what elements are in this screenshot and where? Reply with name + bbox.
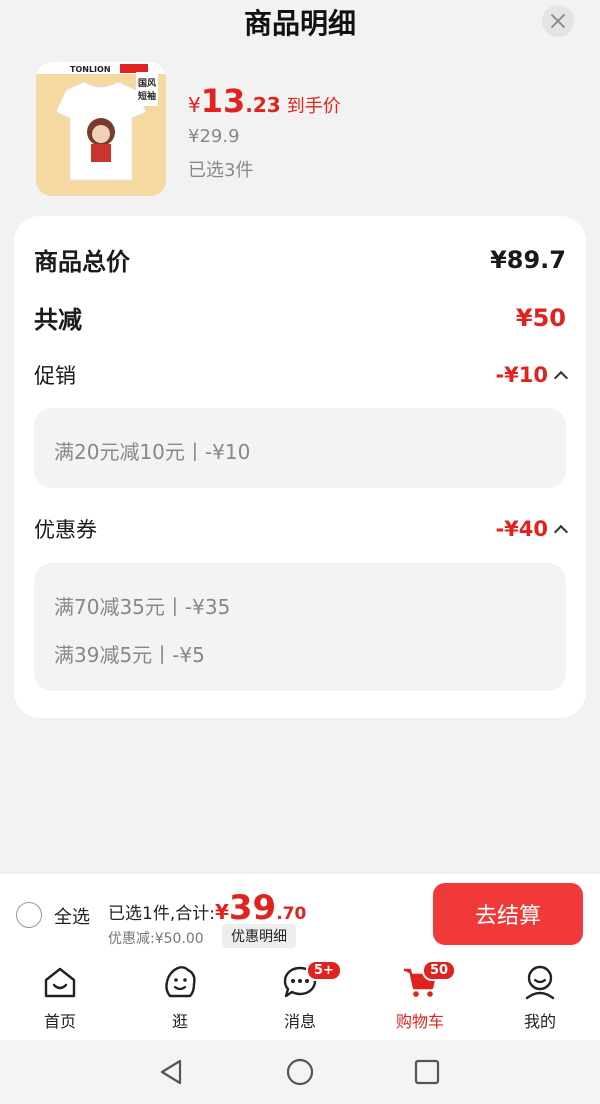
total-row: 商品总价 ¥89.7	[34, 242, 566, 277]
cart-badge: 50	[422, 960, 457, 981]
coupon-item: 满39减5元丨-¥5	[54, 643, 205, 667]
coupon-row[interactable]: 优惠券 -¥40	[34, 514, 569, 544]
close-icon	[551, 14, 565, 28]
tab-cart[interactable]: 50 购物车	[360, 956, 480, 1040]
coupon-detail-box: 满70减35元丨-¥35 满39减5元丨-¥5	[34, 563, 566, 691]
home-circle-icon[interactable]	[286, 1058, 314, 1086]
price-breakdown-card: 商品总价 ¥89.7 共减 ¥50 促销 -¥10 满20元减10元丨-¥10 …	[14, 216, 586, 718]
chevron-up-icon	[553, 370, 569, 386]
total-dec: .70	[276, 904, 307, 924]
price-label: 到手价	[286, 96, 341, 117]
coupon-value: -¥40	[495, 517, 548, 541]
coupon-label: 优惠券	[34, 518, 97, 542]
tshirt-image: TONLION 国风 短袖	[36, 62, 166, 196]
select-all-checkbox[interactable]	[16, 902, 42, 928]
promo-detail-box: 满20元减10元丨-¥10	[34, 408, 566, 488]
promo-row[interactable]: 促销 -¥10	[34, 360, 569, 390]
tab-messages[interactable]: 5+ 消息	[240, 956, 360, 1040]
svg-text:TONLION: TONLION	[70, 65, 111, 74]
price-symbol: ¥	[188, 93, 201, 117]
tab-label: 我的	[523, 1012, 556, 1031]
promo-label: 促销	[34, 364, 76, 388]
promo-item: 满20元减10元丨-¥10	[54, 440, 251, 464]
tab-label: 逛	[171, 1012, 188, 1031]
reduce-value: ¥50	[515, 303, 566, 332]
checkout-button[interactable]: 去结算	[433, 883, 583, 945]
home-icon	[44, 967, 76, 998]
recents-icon[interactable]	[414, 1059, 440, 1085]
select-all-label[interactable]: 全选	[54, 903, 90, 929]
svg-text:短袖: 短袖	[138, 90, 156, 102]
browse-icon	[165, 966, 196, 998]
total-label: 商品总价	[34, 248, 130, 276]
svg-text:国风: 国风	[138, 78, 156, 89]
checkout-bar: 全选 已选1件,合计:¥39.70 优惠减:¥50.00 优惠明细 去结算	[0, 874, 600, 956]
system-nav-bar	[0, 1040, 600, 1104]
tab-home[interactable]: 首页	[0, 956, 120, 1040]
tab-label: 首页	[43, 1012, 76, 1031]
tab-profile[interactable]: 我的	[480, 956, 600, 1040]
total-value: ¥89.7	[490, 245, 566, 274]
chevron-up-icon	[553, 524, 569, 540]
final-price: ¥13.23 到手价	[188, 82, 341, 120]
discount-text: 优惠减:¥50.00	[108, 931, 204, 947]
reduce-row: 共减 ¥50	[34, 300, 566, 335]
tab-bar: 首页 逛 5+ 消息 50 购物车 我的	[0, 956, 600, 1040]
product-summary: TONLION 国风 短袖 ¥13.23 到手价 ¥29.9 已选3件	[36, 62, 596, 196]
reduce-label: 共减	[34, 306, 82, 334]
coupon-item: 满70减35元丨-¥35	[54, 595, 231, 619]
selected-count: 已选3件	[188, 160, 254, 181]
original-price: ¥29.9	[188, 126, 240, 147]
page-title: 商品明细	[243, 7, 356, 40]
tab-browse[interactable]: 逛	[120, 956, 240, 1040]
messages-badge: 5+	[306, 960, 342, 981]
total-int: 39	[228, 888, 277, 928]
tab-label: 购物车	[395, 1012, 444, 1031]
discount-detail-button[interactable]: 优惠明细	[222, 924, 296, 948]
back-icon[interactable]	[158, 1058, 184, 1086]
close-button[interactable]	[542, 5, 574, 37]
price-dec: .23	[245, 93, 281, 117]
total-prefix: 已选1件,合计:	[108, 904, 215, 924]
profile-icon	[525, 965, 555, 1000]
header: 商品明细	[0, 0, 600, 44]
total-symbol: ¥	[214, 900, 229, 924]
tab-label: 消息	[283, 1012, 316, 1031]
price-int: 13	[200, 82, 246, 120]
total-line: 已选1件,合计:¥39.70	[108, 888, 306, 928]
promo-value: -¥10	[495, 363, 548, 387]
product-thumbnail[interactable]: TONLION 国风 短袖	[36, 62, 166, 196]
